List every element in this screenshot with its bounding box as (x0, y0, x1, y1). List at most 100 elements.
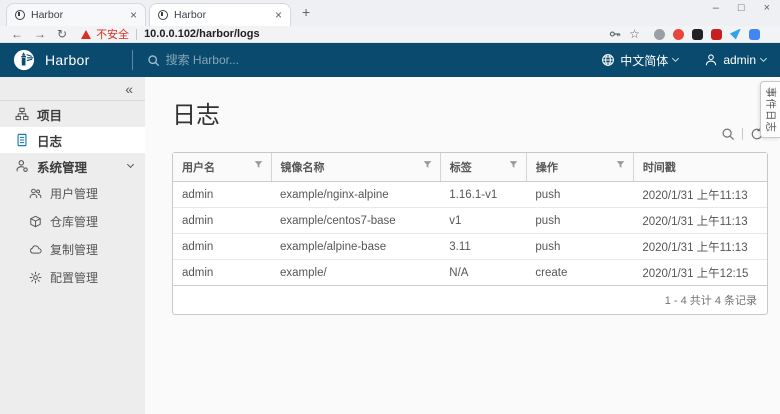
table-row: adminexample/centos7-basev1push2020/1/31… (173, 208, 767, 234)
sidebar-collapse-row: « (0, 77, 145, 101)
password-key-icon[interactable] (609, 28, 621, 40)
screen: Harbor × Harbor × + – □ × ← → ↻ 不安全 10.0… (0, 0, 780, 414)
repository-icon (29, 215, 42, 228)
table-cell: admin (173, 234, 271, 260)
harbor-favicon (158, 10, 168, 20)
table-row: adminexample/N/Acreate2020/1/31 上午12:15 (173, 260, 767, 286)
extension-pdf-icon[interactable] (711, 29, 722, 40)
page-body: « 项目 日志 (0, 77, 780, 414)
administrator-icon (15, 159, 29, 173)
chevron-down-icon (127, 161, 134, 168)
column-header-tag: 标签 (440, 153, 526, 182)
table-cell: N/A (440, 260, 526, 286)
tab-close-icon[interactable]: × (130, 8, 137, 22)
table-header-row: 用户名 镜像名称 标签 (173, 153, 767, 182)
sidebar-item-label: 系统管理 (37, 157, 87, 176)
window-minimize-button[interactable]: – (713, 2, 719, 14)
extension-icon[interactable] (654, 29, 665, 40)
table-cell: 2020/1/31 上午11:13 (633, 234, 767, 260)
table-cell: 3.11 (440, 234, 526, 260)
table-cell: admin (173, 260, 271, 286)
filter-icon[interactable] (509, 160, 518, 169)
forward-button[interactable]: → (34, 28, 46, 40)
harbor-header: Harbor 中文简体 admin (0, 43, 780, 77)
table-cell: 1.16.1-v1 (440, 182, 526, 208)
sidebar-item-label: 配置管理 (50, 269, 98, 286)
extension-icon[interactable] (730, 29, 741, 40)
table-row: adminexample/alpine-base3.11push2020/1/3… (173, 234, 767, 260)
column-header-image-name: 镜像名称 (271, 153, 440, 182)
reload-button[interactable]: ↻ (57, 28, 67, 40)
event-log-tab[interactable]: 事件日志 (760, 81, 780, 138)
gear-icon (29, 271, 42, 284)
table-cell: push (526, 208, 633, 234)
log-table-card: 用户名 镜像名称 标签 (172, 152, 768, 315)
security-warning-icon (81, 30, 91, 39)
global-search (147, 53, 366, 67)
tab-close-icon[interactable]: × (275, 8, 282, 22)
search-icon (147, 54, 160, 67)
sidebar-collapse-button[interactable]: « (125, 82, 133, 96)
language-selector[interactable]: 中文简体 (601, 52, 678, 69)
harbor-logo-icon[interactable] (13, 49, 35, 71)
sidebar-item-system-admin[interactable]: 系统管理 (0, 153, 145, 179)
search-icon[interactable] (721, 127, 735, 141)
harbor-favicon (15, 10, 25, 20)
log-table: 用户名 镜像名称 标签 (173, 153, 767, 285)
bookmark-star-icon[interactable]: ☆ (629, 28, 640, 40)
table-cell: 2020/1/31 上午12:15 (633, 260, 767, 286)
browser-tab-2[interactable]: Harbor × (149, 3, 291, 26)
sidebar-item-configuration[interactable]: 配置管理 (0, 263, 145, 291)
organization-icon (15, 107, 29, 121)
replication-cloud-icon (29, 243, 42, 256)
table-cell: create (526, 260, 633, 286)
extension-icon[interactable] (749, 29, 760, 40)
sidebar-item-user-management[interactable]: 用户管理 (0, 179, 145, 207)
window-close-button[interactable]: × (764, 2, 770, 14)
sidebar-item-label: 仓库管理 (50, 213, 98, 230)
url-text[interactable]: 10.0.0.102/harbor/logs (144, 28, 260, 40)
browser-tab-1[interactable]: Harbor × (6, 3, 146, 26)
filter-icon[interactable] (254, 160, 263, 169)
window-maximize-button[interactable]: □ (738, 2, 745, 14)
extension-icon[interactable] (673, 29, 684, 40)
event-log-tab-label: 事件日志 (763, 87, 778, 133)
filter-icon[interactable] (616, 160, 625, 169)
omnibox-icons: ☆ (609, 28, 640, 40)
chevron-down-icon (672, 55, 679, 62)
new-tab-button[interactable]: + (302, 4, 310, 20)
harbor-brand[interactable]: Harbor (45, 52, 90, 68)
table-cell: 2020/1/31 上午11:13 (633, 208, 767, 234)
sidebar-item-replication-management[interactable]: 复制管理 (0, 235, 145, 263)
sidebar-item-label: 项目 (37, 105, 62, 124)
chevron-down-icon (760, 55, 767, 62)
address-bar[interactable]: 不安全 10.0.0.102/harbor/logs (81, 26, 581, 42)
extensions-row (654, 29, 760, 40)
log-icon (15, 133, 29, 147)
tab-title: Harbor (174, 9, 269, 21)
actions-divider (742, 128, 743, 140)
table-cell: v1 (440, 208, 526, 234)
user-menu[interactable]: admin (704, 53, 766, 67)
search-input[interactable] (166, 53, 366, 67)
extension-icon[interactable] (692, 29, 703, 40)
column-header-operation: 操作 (526, 153, 633, 182)
table-cell: example/ (271, 260, 440, 286)
window-controls: – □ × (713, 2, 770, 14)
filter-icon[interactable] (423, 160, 432, 169)
table-cell: push (526, 234, 633, 260)
record-count: 1 - 4 共计 4 条记录 (173, 285, 767, 314)
sidebar: « 项目 日志 (0, 77, 145, 414)
security-warning-label[interactable]: 不安全 (96, 26, 129, 42)
language-label: 中文简体 (620, 52, 668, 69)
url-separator (136, 29, 137, 40)
globe-icon (601, 53, 615, 67)
sidebar-item-label: 日志 (37, 131, 62, 150)
sidebar-item-logs[interactable]: 日志 (0, 127, 145, 153)
sidebar-item-registry-management[interactable]: 仓库管理 (0, 207, 145, 235)
table-cell: push (526, 182, 633, 208)
sidebar-item-projects[interactable]: 项目 (0, 101, 145, 127)
back-button[interactable]: ← (11, 28, 23, 40)
header-divider (132, 50, 133, 70)
table-actions (721, 127, 764, 141)
